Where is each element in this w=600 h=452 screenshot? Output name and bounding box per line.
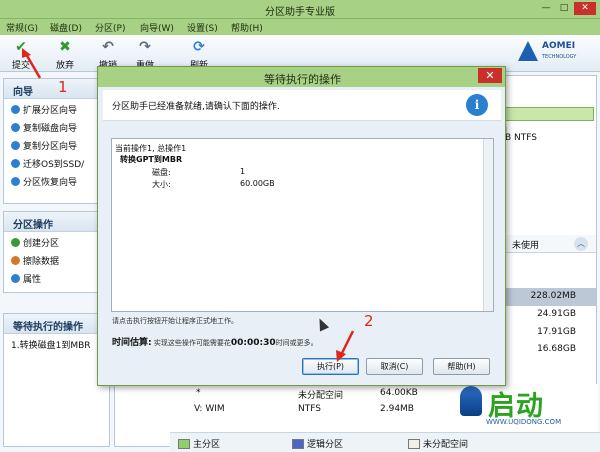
annotation-2: 2	[364, 312, 374, 330]
annotation-overlay	[22, 48, 355, 362]
annotation-arrowhead-2	[336, 350, 346, 362]
annotation-1: 1	[58, 78, 68, 96]
annotation-arrow-1	[24, 53, 42, 79]
annotation-arrowhead-1	[22, 48, 31, 58]
annotation-arrow-2	[339, 330, 355, 356]
